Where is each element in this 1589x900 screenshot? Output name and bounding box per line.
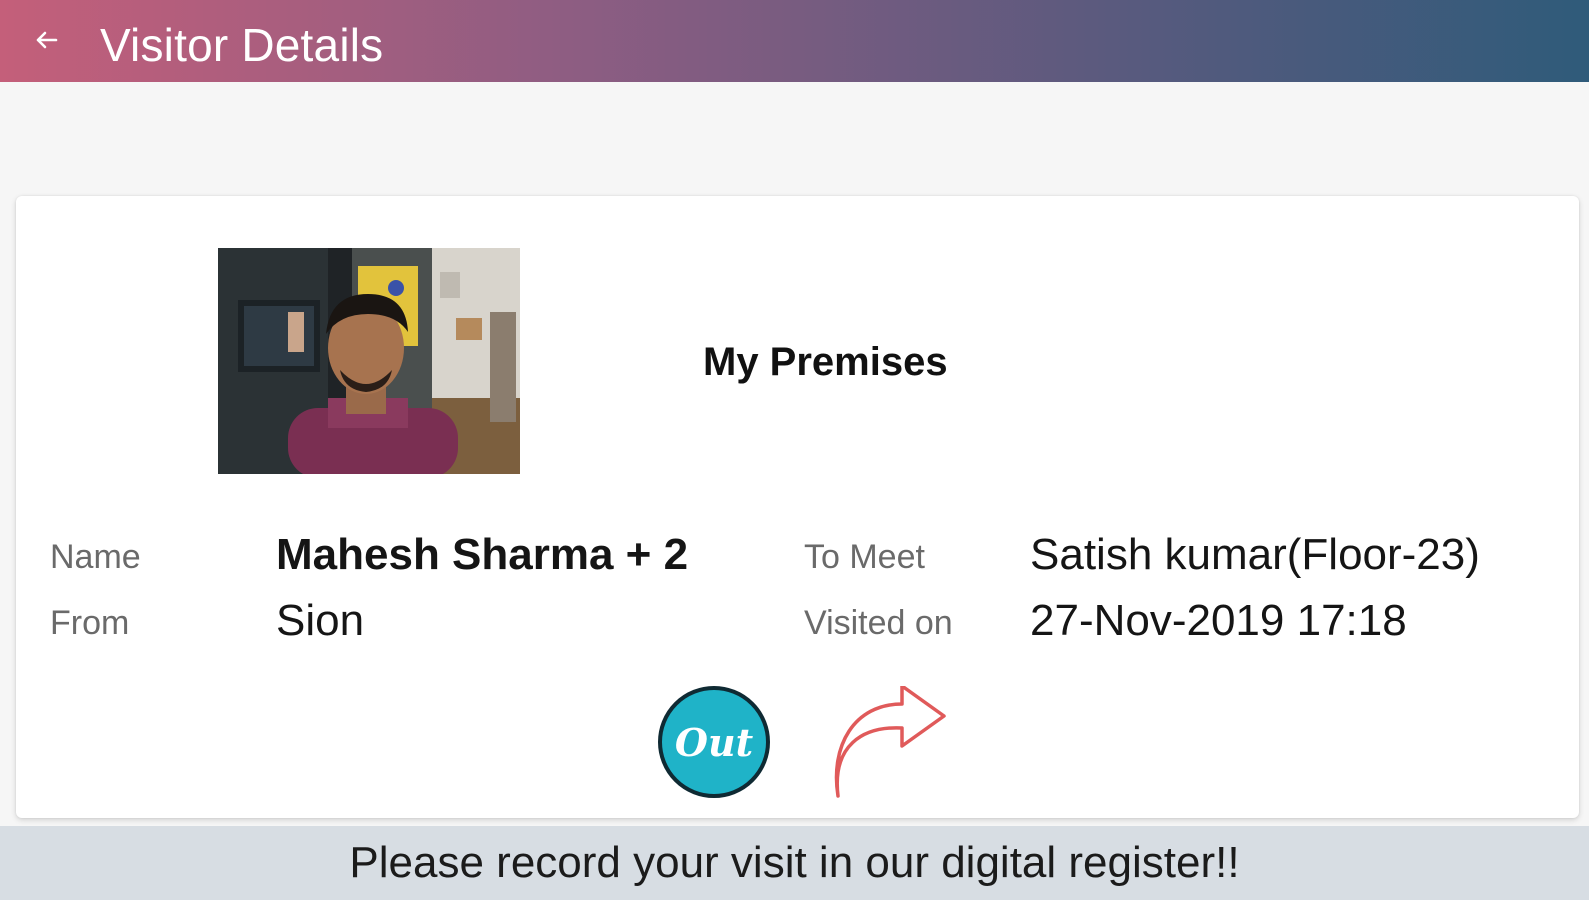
back-button[interactable] — [28, 24, 64, 60]
name-label: Name — [50, 538, 141, 576]
check-out-label: Out — [674, 719, 754, 765]
to-meet-label: To Meet — [804, 538, 925, 576]
visited-on-label: Visited on — [804, 604, 953, 642]
check-out-button[interactable]: Out — [658, 686, 770, 798]
page-title: Visitor Details — [100, 19, 384, 71]
premises-name: My Premises — [703, 340, 948, 384]
visited-on-value: 27-Nov-2019 17:18 — [1030, 596, 1407, 645]
visitor-photo — [218, 248, 520, 474]
footer-message: Please record your visit in our digital … — [349, 838, 1240, 887]
visitor-details-screen: Visitor Details My Premises Name Mahesh … — [0, 0, 1589, 900]
app-header: Visitor Details — [0, 0, 1589, 82]
visitor-name: Mahesh Sharma + 2 — [276, 530, 689, 579]
share-arrow-icon — [832, 684, 952, 806]
share-button[interactable] — [832, 684, 952, 802]
from-label: From — [50, 604, 130, 642]
to-meet-value: Satish kumar(Floor-23) — [1030, 530, 1480, 579]
visitor-from: Sion — [276, 596, 365, 645]
footer-banner: Please record your visit in our digital … — [0, 826, 1589, 900]
arrow-left-icon — [32, 26, 60, 59]
